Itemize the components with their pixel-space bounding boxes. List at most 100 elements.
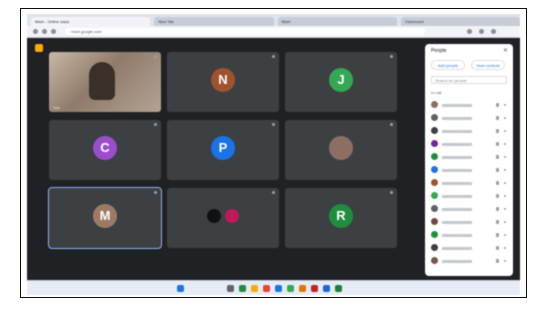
participant-tile[interactable] [167,188,279,248]
folder-icon[interactable] [251,285,258,292]
avatar [431,140,438,147]
more-icon[interactable] [504,143,506,145]
browser-tab[interactable]: New Tab [154,17,274,26]
more-icon[interactable] [504,156,506,158]
list-item[interactable] [431,243,509,253]
mic-icon[interactable] [496,259,499,263]
mic-icon[interactable] [496,142,499,146]
more-icon[interactable] [504,208,506,210]
avatar [207,209,221,223]
extensions-icon[interactable] [467,29,472,34]
tile-options-icon[interactable] [272,123,275,126]
tile-options-icon[interactable] [390,191,393,194]
browser-icon[interactable] [263,285,270,292]
participant-name-placeholder [442,260,472,263]
list-item[interactable] [431,100,509,110]
more-icon[interactable] [504,169,506,171]
list-item[interactable] [431,139,509,149]
taskbar-app-icon[interactable] [287,285,294,292]
list-item[interactable] [431,217,509,227]
more-icon[interactable] [504,182,506,184]
list-item[interactable] [431,230,509,240]
tile-options-icon[interactable] [154,123,157,126]
mic-icon[interactable] [496,246,499,250]
more-icon[interactable] [504,247,506,249]
browser-tab[interactable]: Classroom [400,17,520,26]
avatar [329,136,353,160]
browser-tab[interactable]: Meet - Online class [31,17,151,26]
start-icon[interactable] [177,285,184,292]
list-item[interactable] [431,152,509,162]
tile-options-icon[interactable] [390,55,393,58]
mic-icon[interactable] [496,233,499,237]
mic-icon[interactable] [496,129,499,133]
search-icon[interactable] [227,285,234,292]
avatar [431,192,438,199]
taskbar-app-icon[interactable] [275,285,282,292]
participant-tile[interactable]: J [285,52,397,112]
mic-icon[interactable] [496,181,499,185]
people-panel: People ✕ Add people Host controls Search… [425,44,513,276]
participant-tile[interactable]: R [285,188,397,248]
mic-icon[interactable] [496,207,499,211]
back-icon[interactable] [33,29,38,34]
participant-name-placeholder [442,104,472,107]
more-icon[interactable] [504,104,506,106]
list-item[interactable] [431,191,509,201]
mic-icon[interactable] [496,103,499,107]
tile-options-icon[interactable] [390,123,393,126]
participant-name-placeholder [442,169,472,172]
list-item[interactable] [431,113,509,123]
list-item[interactable] [431,126,509,136]
taskbar-app-icon[interactable] [299,285,306,292]
participant-tile[interactable] [285,120,397,180]
add-people-button[interactable]: Add people [431,60,465,70]
more-icon[interactable] [504,234,506,236]
list-item[interactable] [431,256,509,266]
more-icon[interactable] [504,117,506,119]
forward-icon[interactable] [42,29,47,34]
search-input[interactable]: Search for people [431,76,507,84]
close-icon[interactable]: ✕ [503,47,508,54]
browser-tab[interactable]: Meet [277,17,397,26]
participant-tile[interactable]: M [48,187,162,249]
participant-name-placeholder [442,195,472,198]
participant-name-placeholder [442,117,472,120]
avatar [431,127,438,134]
more-icon[interactable] [504,260,506,262]
host-controls-button[interactable]: Host controls [471,60,505,70]
tile-options-icon[interactable] [154,191,157,194]
tile-options-icon[interactable] [272,191,275,194]
profile-icon[interactable] [479,29,484,34]
more-icon[interactable] [504,130,506,132]
menu-icon[interactable] [491,29,496,34]
taskbar-app-icon[interactable] [323,285,330,292]
mic-icon[interactable] [496,116,499,120]
address-bar[interactable]: meet.google.com [65,28,425,35]
browser-toolbar: meet.google.com [27,26,520,38]
participant-tile[interactable]: N [167,52,279,112]
more-icon[interactable] [504,221,506,223]
taskbar-app-icon[interactable] [239,285,246,292]
mic-icon[interactable] [496,220,499,224]
taskbar-app-icon[interactable] [311,285,318,292]
avatar [431,205,438,212]
reload-icon[interactable] [51,29,56,34]
avatar: N [211,68,235,92]
avatar [431,244,438,251]
more-icon[interactable] [504,195,506,197]
participant-tile[interactable]: C [49,120,161,180]
list-item[interactable] [431,178,509,188]
mic-icon[interactable] [496,194,499,198]
list-item[interactable] [431,165,509,175]
mic-icon[interactable] [496,168,499,172]
os-taskbar [27,280,520,295]
tile-options-icon[interactable] [272,55,275,58]
mic-icon[interactable] [496,155,499,159]
list-item[interactable] [431,204,509,214]
screenshot-frame: Meet - Online class New Tab Meet Classro… [20,8,527,298]
tile-options-icon[interactable] [154,55,157,58]
participant-tile[interactable]: P [167,120,279,180]
participant-tile[interactable]: You [49,52,161,112]
taskbar-app-icon[interactable] [335,285,342,292]
